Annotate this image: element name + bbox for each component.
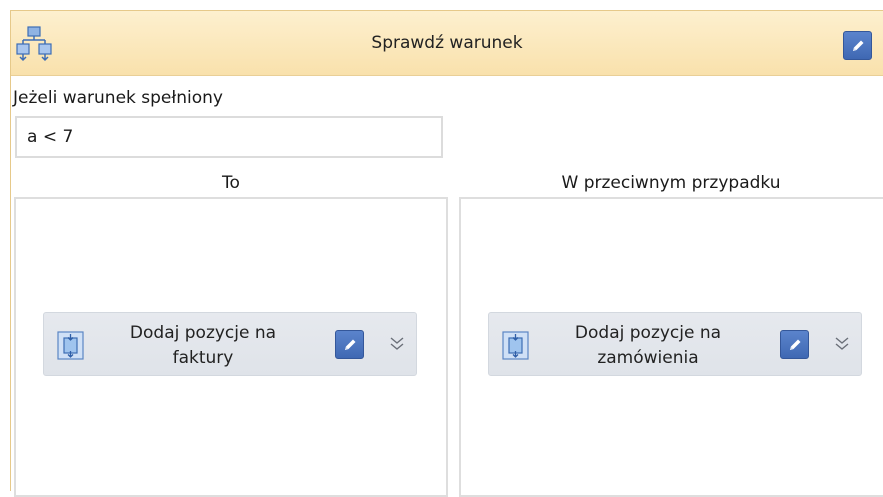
- condition-input[interactable]: [15, 116, 443, 158]
- condition-header: Sprawdź warunek: [11, 11, 883, 76]
- pencil-icon: [344, 339, 355, 350]
- pencil-icon: [789, 339, 800, 350]
- else-branch-panel[interactable]: Dodaj pozycje na zamówienia: [459, 197, 883, 497]
- document-transfer-icon: [502, 331, 529, 360]
- edit-then-action-button[interactable]: [335, 330, 364, 359]
- else-action-label: Dodaj pozycje na zamówienia: [574, 323, 722, 368]
- then-branch-panel[interactable]: Dodaj pozycje na faktury: [14, 197, 448, 497]
- expand-chevron-icon[interactable]: [388, 333, 406, 353]
- then-action-label: Dodaj pozycje na faktury: [129, 323, 277, 368]
- else-branch-title: W przeciwnym przypadku: [561, 173, 781, 193]
- edit-else-action-button[interactable]: [780, 330, 809, 359]
- header-title: Sprawdź warunek: [371, 33, 523, 53]
- edit-condition-button[interactable]: [843, 31, 872, 60]
- then-branch-title: To: [222, 173, 240, 193]
- condition-label: Jeżeli warunek spełniony: [13, 88, 223, 108]
- pencil-icon: [852, 40, 863, 51]
- document-transfer-icon: [57, 331, 84, 360]
- then-action-card[interactable]: Dodaj pozycje na faktury: [43, 312, 417, 376]
- expand-chevron-icon[interactable]: [833, 333, 851, 353]
- else-action-card[interactable]: Dodaj pozycje na zamówienia: [488, 312, 862, 376]
